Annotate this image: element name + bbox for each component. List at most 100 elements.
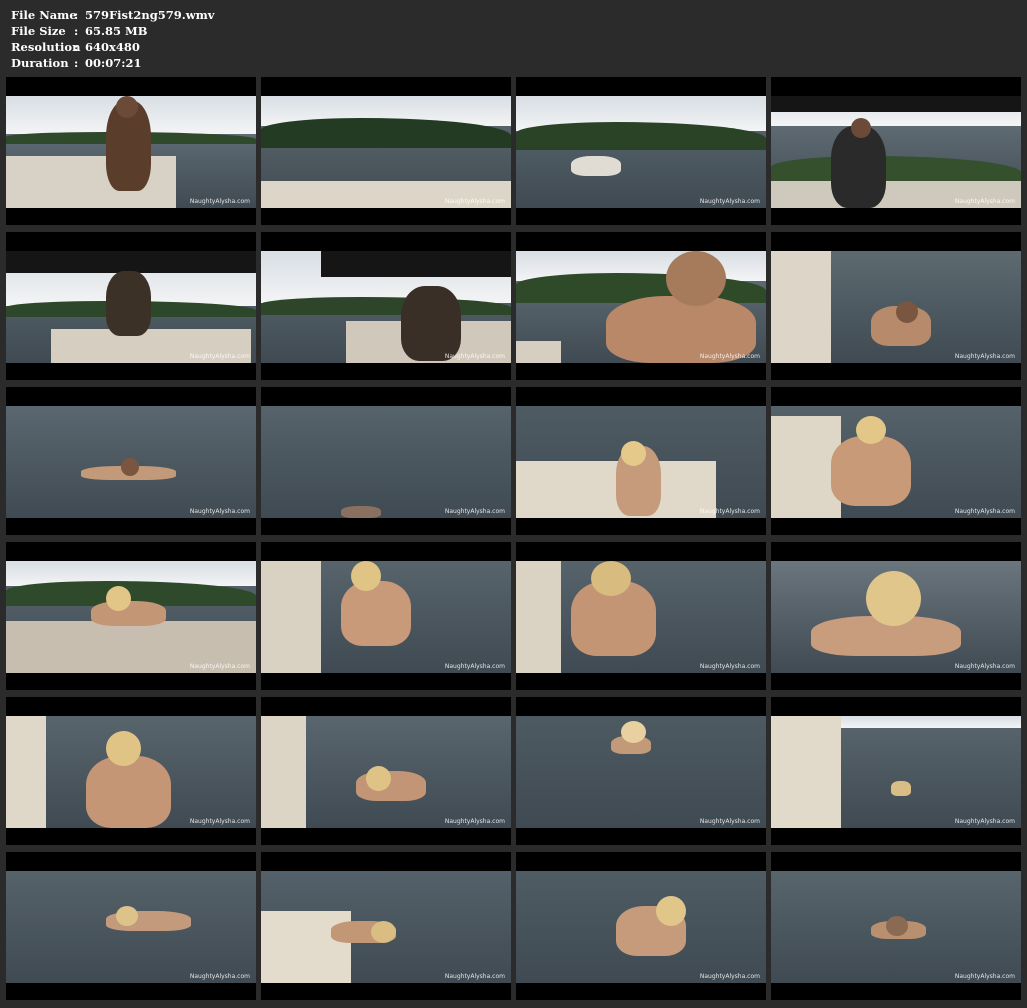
video-thumbnail[interactable]: NaughtyAlysha.com bbox=[771, 852, 1021, 1000]
watermark-logo: NaughtyAlysha.com bbox=[699, 353, 760, 360]
thumbnail-frame: NaughtyAlysha.com bbox=[771, 716, 1021, 828]
thumbnail-frame: NaughtyAlysha.com bbox=[771, 406, 1021, 518]
video-thumbnail[interactable]: NaughtyAlysha.com bbox=[6, 542, 256, 690]
watermark-logo: NaughtyAlysha.com bbox=[189, 663, 250, 670]
person-figure bbox=[86, 756, 171, 828]
person-head bbox=[106, 586, 131, 611]
thumbnail-frame: NaughtyAlysha.com bbox=[6, 871, 256, 983]
watermark-logo: NaughtyAlysha.com bbox=[444, 818, 505, 825]
thumbnail-frame: NaughtyAlysha.com bbox=[6, 716, 256, 828]
person-head bbox=[621, 721, 646, 743]
watermark-logo: NaughtyAlysha.com bbox=[189, 818, 250, 825]
thumbnail-frame: NaughtyAlysha.com bbox=[516, 406, 766, 518]
person-head bbox=[856, 416, 886, 444]
video-thumbnail[interactable]: NaughtyAlysha.com bbox=[771, 542, 1021, 690]
person-head bbox=[666, 251, 726, 306]
person-head bbox=[351, 561, 381, 591]
file-size-separator: : bbox=[74, 24, 79, 38]
video-thumbnail[interactable]: NaughtyAlysha.com bbox=[6, 232, 256, 380]
video-thumbnail[interactable]: NaughtyAlysha.com bbox=[261, 697, 511, 845]
person-head bbox=[121, 458, 139, 476]
video-thumbnail[interactable]: NaughtyAlysha.com bbox=[6, 387, 256, 535]
thumbnail-frame: NaughtyAlysha.com bbox=[516, 561, 766, 673]
watermark-logo: NaughtyAlysha.com bbox=[954, 663, 1015, 670]
thumbnail-frame: NaughtyAlysha.com bbox=[6, 561, 256, 673]
person-figure bbox=[341, 581, 411, 646]
watermark-logo: NaughtyAlysha.com bbox=[954, 818, 1015, 825]
thumbnail-frame: NaughtyAlysha.com bbox=[261, 871, 511, 983]
boat-deck bbox=[516, 341, 561, 363]
video-thumbnail[interactable]: NaughtyAlysha.com bbox=[261, 232, 511, 380]
resolution-value: 640x480 bbox=[85, 40, 140, 54]
watermark-logo: NaughtyAlysha.com bbox=[699, 663, 760, 670]
video-thumbnail[interactable]: NaughtyAlysha.com bbox=[771, 387, 1021, 535]
file-info: File Name : 579Fist2ng579.wmv File Size … bbox=[11, 7, 215, 71]
video-thumbnail[interactable]: NaughtyAlysha.com bbox=[516, 232, 766, 380]
thumbnail-frame: NaughtyAlysha.com bbox=[261, 716, 511, 828]
resolution-separator: : bbox=[74, 40, 79, 54]
thumbnail-frame: NaughtyAlysha.com bbox=[261, 561, 511, 673]
boat-deck bbox=[771, 251, 831, 363]
thumbnail-frame: NaughtyAlysha.com bbox=[516, 251, 766, 363]
person-head bbox=[896, 301, 918, 323]
person-head bbox=[656, 896, 686, 926]
video-thumbnail[interactable]: NaughtyAlysha.com bbox=[261, 387, 511, 535]
person-figure bbox=[891, 781, 911, 796]
watermark-logo: NaughtyAlysha.com bbox=[699, 818, 760, 825]
resolution-label: Resolution bbox=[11, 40, 81, 54]
video-thumbnail[interactable]: NaughtyAlysha.com bbox=[771, 232, 1021, 380]
video-thumbnail[interactable]: NaughtyAlysha.com bbox=[516, 542, 766, 690]
thumbnail-frame: NaughtyAlysha.com bbox=[6, 406, 256, 518]
video-thumbnail[interactable]: NaughtyAlysha.com bbox=[6, 697, 256, 845]
duration-row: Duration : 00:07:21 bbox=[11, 55, 215, 71]
file-name-row: File Name : 579Fist2ng579.wmv bbox=[11, 7, 215, 23]
boat-deck bbox=[261, 716, 306, 828]
video-thumbnail[interactable]: NaughtyAlysha.com bbox=[771, 77, 1021, 225]
boat-canopy bbox=[771, 96, 1021, 112]
watermark-logo: NaughtyAlysha.com bbox=[699, 508, 760, 515]
boat-deck bbox=[516, 561, 561, 673]
person-head bbox=[866, 571, 921, 626]
watermark-logo: NaughtyAlysha.com bbox=[189, 198, 250, 205]
video-thumbnail[interactable]: NaughtyAlysha.com bbox=[261, 77, 511, 225]
duration-label: Duration bbox=[11, 56, 69, 70]
video-thumbnail[interactable]: NaughtyAlysha.com bbox=[261, 852, 511, 1000]
person-figure bbox=[831, 126, 886, 208]
video-thumbnail[interactable]: NaughtyAlysha.com bbox=[516, 387, 766, 535]
watermark-logo: NaughtyAlysha.com bbox=[444, 663, 505, 670]
watermark-logo: NaughtyAlysha.com bbox=[954, 973, 1015, 980]
watermark-logo: NaughtyAlysha.com bbox=[954, 353, 1015, 360]
boat-deck bbox=[261, 911, 351, 983]
thumbnail-frame: NaughtyAlysha.com bbox=[6, 251, 256, 363]
boat-deck bbox=[6, 716, 46, 828]
file-size-row: File Size : 65.85 MB bbox=[11, 23, 215, 39]
watermark-logo: NaughtyAlysha.com bbox=[699, 198, 760, 205]
watermark-logo: NaughtyAlysha.com bbox=[954, 198, 1015, 205]
thumbnail-frame: NaughtyAlysha.com bbox=[771, 871, 1021, 983]
video-thumbnail[interactable]: NaughtyAlysha.com bbox=[516, 697, 766, 845]
boat-canopy bbox=[6, 251, 256, 273]
person-figure bbox=[571, 156, 621, 176]
video-thumbnail[interactable]: NaughtyAlysha.com bbox=[516, 77, 766, 225]
watermark-logo: NaughtyAlysha.com bbox=[954, 508, 1015, 515]
thumbnail-frame: NaughtyAlysha.com bbox=[516, 871, 766, 983]
thumbnail-grid: NaughtyAlysha.com NaughtyAlysha.com Naught… bbox=[6, 77, 1021, 1000]
person-head bbox=[106, 731, 141, 766]
person-figure bbox=[106, 271, 151, 336]
thumbnail-frame: NaughtyAlysha.com bbox=[771, 251, 1021, 363]
video-thumbnail[interactable]: NaughtyAlysha.com bbox=[771, 697, 1021, 845]
video-thumbnail[interactable]: NaughtyAlysha.com bbox=[516, 852, 766, 1000]
file-name-value: 579Fist2ng579.wmv bbox=[85, 8, 215, 22]
video-thumbnail[interactable]: NaughtyAlysha.com bbox=[6, 852, 256, 1000]
watermark-logo: NaughtyAlysha.com bbox=[444, 198, 505, 205]
person-figure bbox=[401, 286, 461, 361]
watermark-logo: NaughtyAlysha.com bbox=[189, 508, 250, 515]
video-thumbnail[interactable]: NaughtyAlysha.com bbox=[6, 77, 256, 225]
boat-canopy bbox=[321, 251, 511, 277]
watermark-logo: NaughtyAlysha.com bbox=[444, 973, 505, 980]
person-head bbox=[366, 766, 391, 791]
file-size-value: 65.85 MB bbox=[85, 24, 148, 38]
file-size-label: File Size bbox=[11, 24, 66, 38]
video-thumbnail[interactable]: NaughtyAlysha.com bbox=[261, 542, 511, 690]
duration-value: 00:07:21 bbox=[85, 56, 142, 70]
